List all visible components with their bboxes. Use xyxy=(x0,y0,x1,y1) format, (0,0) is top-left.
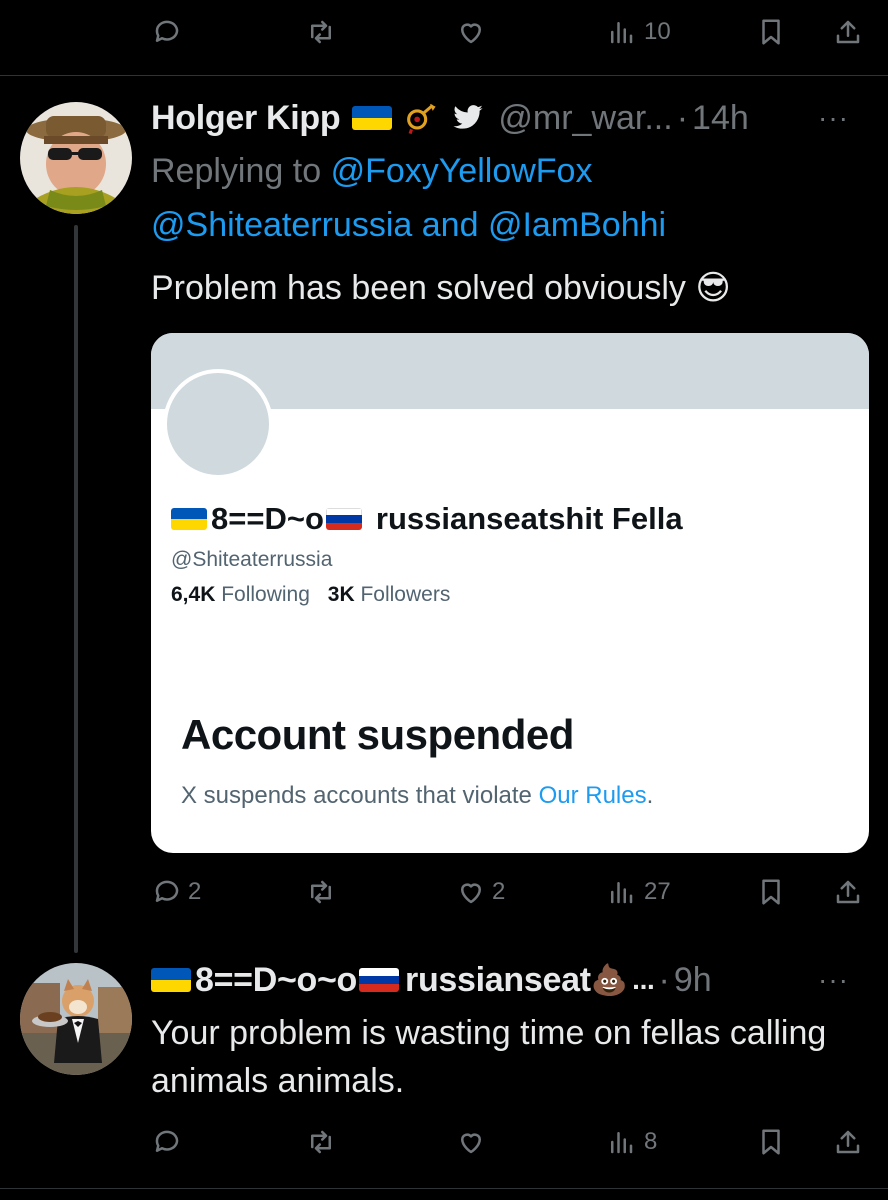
views-icon xyxy=(611,22,633,44)
poop-emoji: 💩 xyxy=(590,963,629,997)
retweet-icon xyxy=(311,20,331,44)
following-count: 6,4K xyxy=(171,583,216,606)
bookmark-icon xyxy=(762,1129,780,1155)
suspended-period: . xyxy=(646,782,654,809)
like-icon xyxy=(461,883,481,904)
share-button[interactable] xyxy=(833,862,863,922)
share-icon xyxy=(836,20,860,44)
like-icon xyxy=(461,23,481,44)
reply-icon xyxy=(155,880,179,902)
share-button[interactable] xyxy=(833,1112,863,1172)
tweet-action-bar: 2 2 27 xyxy=(0,862,888,922)
views-button[interactable]: 27 xyxy=(606,862,671,922)
views-icon xyxy=(611,1132,633,1154)
separator-dot: · xyxy=(658,960,670,999)
like-button[interactable]: 2 xyxy=(456,862,505,922)
timestamp[interactable]: 9h xyxy=(674,961,712,1000)
reply-button[interactable] xyxy=(152,1112,182,1172)
reply-count: 2 xyxy=(188,878,202,905)
verified-bird-icon xyxy=(453,105,484,129)
views-count: 10 xyxy=(644,18,671,45)
ukraine-flag-icon xyxy=(171,508,207,530)
ukraine-flag-icon xyxy=(352,106,393,130)
mention-link[interactable]: @IamBohhi xyxy=(488,206,666,244)
tweet-text: Problem has been solved obviously 😎 xyxy=(151,264,851,312)
share-button[interactable] xyxy=(833,2,863,62)
reply-icon xyxy=(155,1130,179,1152)
more-options-button[interactable]: ··· xyxy=(818,964,849,996)
russia-flag-icon xyxy=(325,508,362,530)
profile-avatar xyxy=(163,369,273,479)
reply-button[interactable] xyxy=(152,2,182,62)
mention-link[interactable]: @FoxyYellowFox xyxy=(331,152,593,190)
name-ellipsis: ... xyxy=(632,964,655,995)
profile-handle: @Shiteaterrussia xyxy=(171,548,333,571)
russia-flag-icon xyxy=(359,968,400,992)
like-count: 2 xyxy=(492,878,506,905)
divider xyxy=(0,75,888,76)
handle[interactable]: @mr_war... xyxy=(498,99,672,138)
views-icon xyxy=(611,882,633,904)
share-icon xyxy=(836,1130,860,1154)
profile-stats: 6,4K Following 3K Followers xyxy=(171,583,450,607)
sunglasses-emoji: 😎 xyxy=(695,269,731,307)
bookmark-button[interactable] xyxy=(756,2,786,62)
views-button[interactable]: 10 xyxy=(606,2,671,62)
like-button[interactable] xyxy=(456,1112,486,1172)
display-name-rest[interactable]: russianseat xyxy=(405,961,591,1000)
tweet-text: Your problem is wasting time on fellas c… xyxy=(151,1014,827,1100)
display-name-middle[interactable]: 8==D~o~o xyxy=(195,961,357,1000)
bookmark-icon xyxy=(762,19,780,45)
avatar[interactable] xyxy=(20,102,132,214)
profile-name: 8==D~o russianseatshit Fella xyxy=(171,501,683,537)
retweet-button[interactable] xyxy=(306,1112,336,1172)
retweet-button[interactable] xyxy=(306,862,336,922)
ukraine-flag-icon xyxy=(151,968,191,992)
and-word: and xyxy=(421,206,479,244)
thread-line xyxy=(74,225,78,953)
mention-link[interactable]: @Shiteaterrussia xyxy=(151,206,412,244)
replying-to: Replying to @FoxyYellowFox @Shiteaterrus… xyxy=(151,144,851,252)
timestamp[interactable]: 14h xyxy=(692,99,749,138)
followers-count: 3K xyxy=(327,583,355,606)
tweet-body: Problem has been solved obviously xyxy=(151,269,686,307)
more-options-button[interactable]: ··· xyxy=(818,102,849,134)
separator-dot: · xyxy=(676,98,689,137)
share-icon xyxy=(836,880,860,904)
bookmark-icon xyxy=(762,879,780,905)
views-button[interactable]: 8 xyxy=(606,1112,657,1172)
avatar[interactable] xyxy=(20,963,132,1075)
replying-prefix: Replying to xyxy=(151,152,322,190)
suspended-subtext: X suspends accounts that violate Our Rul… xyxy=(181,782,653,810)
tweet-header: Holger Kipp @mr_war... · 14h xyxy=(151,96,749,140)
display-name[interactable]: Holger Kipp xyxy=(151,99,341,138)
retweet-button[interactable] xyxy=(306,2,336,62)
tweet-header: 8==D~o~o russianseat 💩 ... · 9h xyxy=(151,958,712,1002)
bookmark-button[interactable] xyxy=(756,862,786,922)
profile-card[interactable]: 8==D~o russianseatshit Fella @Shiteaterr… xyxy=(151,333,869,853)
top-action-bar: 10 xyxy=(0,2,888,62)
reply-button[interactable]: 2 xyxy=(152,862,201,922)
followers-label: Followers xyxy=(360,583,451,606)
reply-icon xyxy=(155,20,179,42)
like-button[interactable] xyxy=(456,2,486,62)
post-horn-icon xyxy=(407,103,436,135)
suspended-title: Account suspended xyxy=(181,711,574,758)
bookmark-button[interactable] xyxy=(756,1112,786,1172)
profile-name-middle: 8==D~o xyxy=(211,501,324,536)
retweet-icon xyxy=(311,880,331,904)
like-icon xyxy=(461,1133,481,1154)
profile-name-rest: russianseatshit Fella xyxy=(375,501,683,536)
tweet-action-bar: 8 xyxy=(0,1112,888,1172)
suspended-text: X suspends accounts that violate xyxy=(181,782,532,809)
rules-link[interactable]: Our Rules xyxy=(539,782,647,809)
following-label: Following xyxy=(221,583,310,606)
views-count: 8 xyxy=(644,1128,658,1155)
retweet-icon xyxy=(311,1130,331,1154)
divider xyxy=(0,1188,888,1189)
views-count: 27 xyxy=(644,878,671,905)
